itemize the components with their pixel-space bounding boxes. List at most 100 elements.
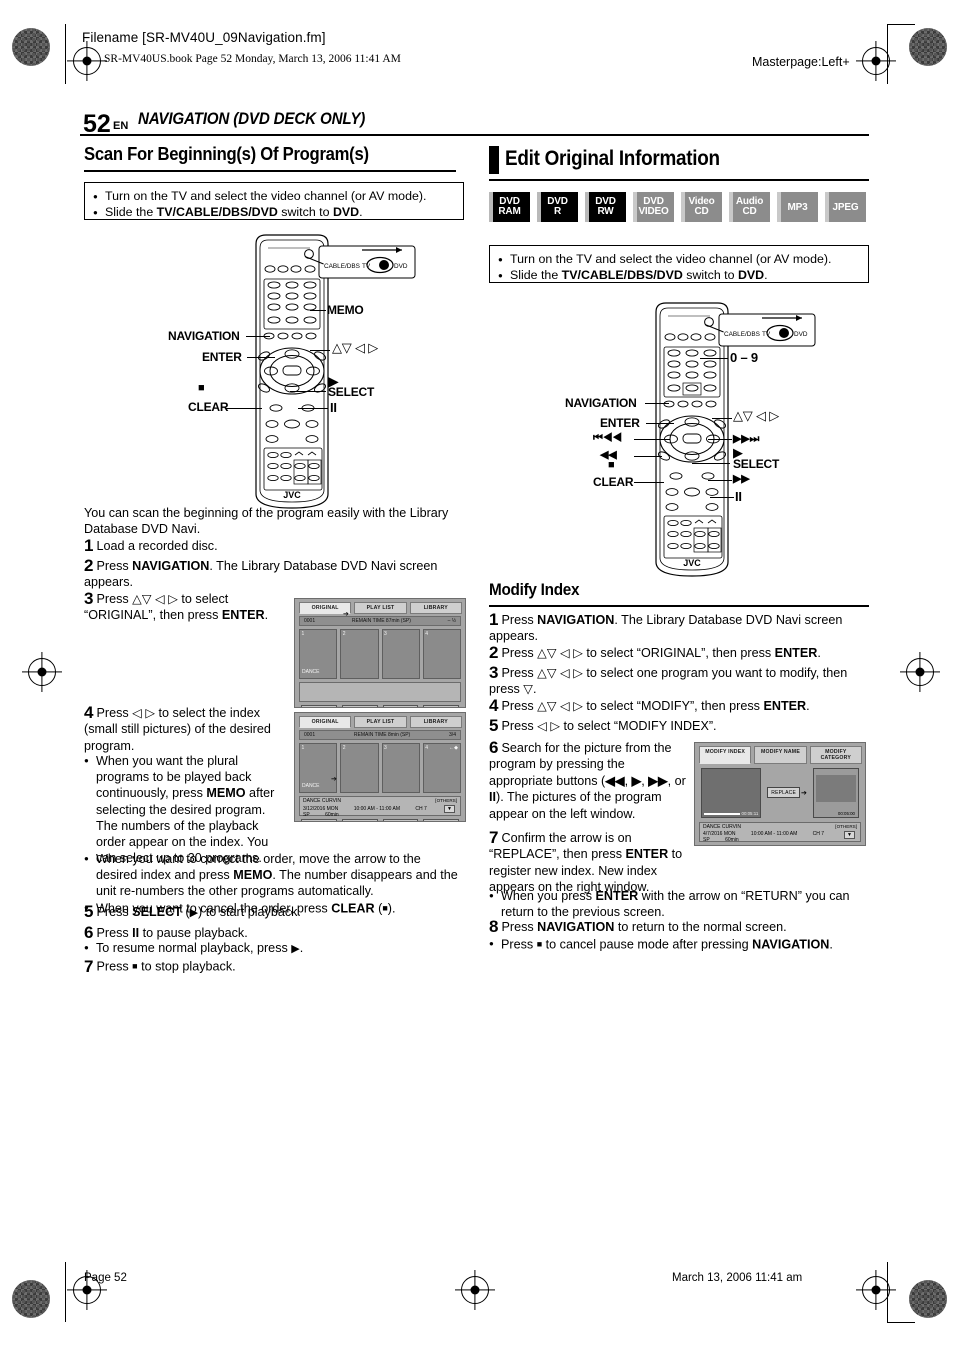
osd-button-delete[interactable]: DELETE <box>341 819 378 821</box>
leader-pause-left <box>298 408 328 410</box>
osd-thumbnail[interactable]: 2 <box>340 629 379 680</box>
leader-navigation-right <box>645 403 669 405</box>
osd-page-indicator: 3/4 <box>449 731 456 738</box>
osd-info-category-box[interactable]: ▼ <box>844 830 855 839</box>
bullet-item: When you want the plural programs to be … <box>84 753 282 866</box>
prep-note-item: Slide the TV/CABLE/DBS/DVD switch to DVD… <box>93 205 455 221</box>
osd-tab-playlist[interactable]: PLAY LIST <box>354 716 407 728</box>
osd-tab-modify-name[interactable]: MODIFY NAME <box>754 746 807 764</box>
tv-cable-dbs-dvd-switch-detail-right: CABLE/DBS TV DVD <box>718 313 816 347</box>
osd-screen-original-list: ORIGINAL PLAY LIST LIBRARY 0001 REMAIN T… <box>294 598 466 708</box>
osd-disc-id: 0001 <box>304 731 316 738</box>
subsection-title-modify-index: Modify Index <box>489 580 580 599</box>
badge-audio-cd: Audio CD <box>729 192 770 222</box>
osd-tab-modify-index[interactable]: MODIFY INDEX <box>699 746 752 764</box>
registration-mark-header-right <box>862 47 890 75</box>
osd-tab-original[interactable]: ORIGINAL <box>299 716 352 728</box>
osd-button-editing[interactable]: EDITING <box>382 819 419 821</box>
badge-dvd-rw: DVD RW <box>585 192 626 222</box>
osd-info-channel: CH 7 <box>812 831 825 837</box>
osd-right-preview-window: 00:05:00 <box>812 767 859 818</box>
leader-navigation-left <box>246 336 270 338</box>
osd-thumbnail[interactable]: 4 ←◆ <box>422 743 461 794</box>
osd-cursor-arrow: ➔ <box>343 611 349 618</box>
crop-line-right-bottom <box>887 1262 889 1322</box>
step-number: 7 <box>84 956 94 976</box>
halftone-circle-top-left <box>12 28 50 66</box>
osd-tab-playlist[interactable]: PLAY LIST <box>354 602 407 614</box>
bullet-item: When you want to correct the order, move… <box>84 851 464 900</box>
osd-button-modify[interactable]: MODIFY <box>301 819 337 821</box>
osd-button-modify[interactable]: MODIFY <box>301 705 337 707</box>
leader-select-right <box>692 463 730 465</box>
registration-mark-footer-center <box>461 1276 489 1304</box>
osd-button-protect[interactable]: PROTECT <box>423 819 459 821</box>
osd-remain-time: REMAIN TIME 8min (SP) <box>353 731 411 738</box>
osd-disc-id: 0001 <box>304 617 316 624</box>
crop-line-left-bottom <box>65 1262 67 1322</box>
leader-fast-forward <box>708 480 732 482</box>
osd-info-panel <box>299 682 461 703</box>
osd-thumbnail[interactable]: 2 <box>340 743 379 794</box>
step-number: 4 <box>489 696 499 715</box>
osd-page-indicator: – ½ <box>447 617 456 624</box>
registration-mark-footer-right <box>862 1276 890 1304</box>
leader-enter-left <box>247 357 275 359</box>
osd-button-protect[interactable]: PROTECT <box>423 705 459 707</box>
osd-thumb-number: 2 <box>342 630 346 637</box>
callout-memo: MEMO <box>327 303 364 317</box>
callout-navigation-left: NAVIGATION <box>168 329 240 343</box>
chapter-rule <box>80 134 869 137</box>
step-5-left: 5 Press SELECT (▶) to start playback. <box>84 902 301 921</box>
svg-text:JVC: JVC <box>283 490 301 500</box>
callout-select-right: SELECT <box>733 457 780 471</box>
osd-preview-panes: 00:05:11 REPLACE ➔ 00:05:00 <box>701 767 859 818</box>
osd-info-details: 3/12/2016 MON 10:00 AM - 11:00 AM CH 7 S… <box>303 806 460 818</box>
step-6-left: 6 Press II to pause playback. <box>84 923 248 942</box>
osd-status-bar: 0001 REMAIN TIME 87min (SP) – ½ <box>299 615 461 627</box>
section-marker-edit <box>489 146 499 174</box>
osd-tab-library[interactable]: LIBRARY <box>409 716 462 728</box>
halftone-circle-bottom-left <box>12 1280 50 1318</box>
osd-right-timestamp: 00:05:00 <box>837 810 855 816</box>
osd-button-editing[interactable]: EDITING <box>382 705 419 707</box>
svg-text:TV: TV <box>362 263 371 270</box>
step-8-right: 8 Press NAVIGATION to return to the norma… <box>489 917 787 936</box>
step-8-bullet: Press ■ to cancel pause mode after press… <box>489 936 869 953</box>
osd-thumbnail-row: 1 DANCE 2 3 4 <box>299 629 461 680</box>
badge-jpeg: JPEG <box>825 192 866 222</box>
osd-replace-button[interactable]: REPLACE <box>767 787 801 798</box>
chapter-title: NAVIGATION (DVD DECK ONLY) <box>138 110 366 128</box>
osd-thumb-number: 3 <box>384 744 387 751</box>
osd-thumb-number: 2 <box>342 744 346 751</box>
osd-thumbnail[interactable]: 1 DANCE <box>299 743 338 794</box>
osd-info-length: 60min <box>325 811 339 818</box>
step-number: 2 <box>489 643 499 662</box>
registration-mark-mid-right <box>906 658 934 686</box>
leader-cursor-left <box>310 350 330 352</box>
osd-info-category-box[interactable]: ▼ <box>444 805 455 814</box>
osd-thumbnail[interactable]: 3 <box>381 743 420 794</box>
badge-dvd-r: DVD R <box>537 192 578 222</box>
osd-thumbnail[interactable]: 3 <box>381 629 420 680</box>
osd-thumb-number: 1 <box>301 630 305 637</box>
prep-note-box-left: Turn on the TV and select the video chan… <box>84 182 464 220</box>
badge-mp3: MP3 <box>777 192 818 222</box>
leader-skip-back <box>634 439 670 441</box>
osd-info-title: DANCE CURVIN <box>703 823 741 830</box>
osd-tab-library[interactable]: LIBRARY <box>409 602 462 614</box>
step-number: 2 <box>84 556 94 575</box>
callout-clear-right: CLEAR <box>593 475 634 489</box>
osd-info-channel: CH 7 <box>415 805 427 812</box>
footer-page-label: Page 52 <box>84 1272 127 1284</box>
step-7-bullet: When you press ENTER with the arrow on “… <box>489 888 869 920</box>
osd-thumbnail[interactable]: 4 <box>422 629 461 680</box>
section-title-edit: Edit Original Information <box>505 147 720 170</box>
osd-button-row: MODIFY DELETE EDITING PROTECT <box>301 705 459 707</box>
osd-button-delete[interactable]: DELETE <box>341 705 378 707</box>
osd-cursor-arrow: ➔ <box>801 789 807 797</box>
osd-thumb-number: 3 <box>384 630 387 637</box>
osd-tab-modify-category[interactable]: MODIFY CATEGORY <box>809 746 862 764</box>
osd-info-length: 60min <box>725 837 739 843</box>
osd-thumbnail[interactable]: 1 DANCE <box>299 629 338 680</box>
